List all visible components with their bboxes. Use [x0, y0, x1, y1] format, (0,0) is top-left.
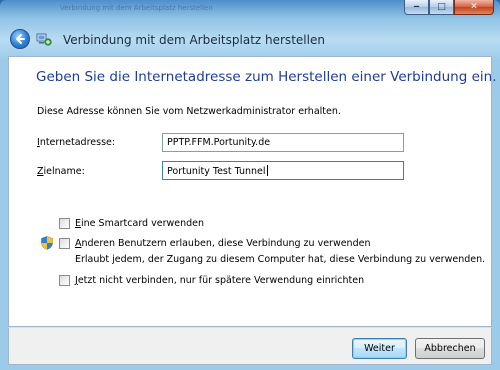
internet-address-value: PPTP.FFM.Portunity.de — [167, 137, 271, 148]
destination-name-input[interactable]: Portunity Test Tunnel — [162, 161, 404, 180]
allow-others-label[interactable]: Anderen Benutzern erlauben, diese Verbin… — [75, 238, 370, 249]
close-icon: ✕ — [470, 2, 478, 12]
internet-address-input[interactable]: PPTP.FFM.Portunity.de — [162, 133, 404, 152]
security-shield-icon — [41, 236, 53, 250]
content-panel: Geben Sie die Internetadresse zum Herste… — [8, 56, 497, 327]
maximize-button[interactable]: □ — [429, 0, 454, 15]
allow-others-checkbox[interactable] — [59, 238, 70, 249]
network-connection-icon — [36, 33, 52, 46]
text-caret — [266, 165, 268, 176]
next-button[interactable]: Weiter — [352, 338, 407, 359]
connect-later-label[interactable]: Jetzt nicht verbinden, nur für spätere V… — [75, 275, 364, 286]
maximize-icon: □ — [437, 2, 446, 12]
window-title: Verbindung mit dem Arbeitsplatz herstell… — [60, 4, 213, 12]
minimize-button[interactable]: ‒ — [404, 0, 429, 15]
destination-name-label: Zielname: — [37, 166, 85, 177]
connect-later-option[interactable]: Jetzt nicht verbinden, nur für spätere V… — [59, 275, 364, 286]
close-button[interactable]: ✕ — [454, 0, 494, 15]
smartcard-label[interactable]: Eine Smartcard verwenden — [75, 218, 204, 229]
smartcard-option[interactable]: Eine Smartcard verwenden — [59, 218, 204, 229]
allow-others-description: Erlaubt jedem, der Zugang zu diesem Comp… — [75, 254, 486, 265]
cancel-button[interactable]: Abbrechen — [415, 338, 485, 359]
wizard-title: Verbindung mit dem Arbeitsplatz herstell… — [63, 33, 325, 47]
allow-others-option[interactable]: Anderen Benutzern erlauben, diese Verbin… — [59, 238, 370, 249]
smartcard-checkbox[interactable] — [59, 218, 70, 229]
instruction-text: Diese Adresse können Sie vom Netzwerkadm… — [37, 106, 341, 117]
back-arrow-icon — [16, 34, 25, 44]
wizard-window: Verbindung mit dem Arbeitsplatz herstell… — [0, 0, 500, 370]
destination-name-value: Portunity Test Tunnel — [167, 166, 266, 177]
minimize-icon: ‒ — [413, 2, 420, 12]
back-button[interactable] — [10, 29, 30, 49]
connect-later-checkbox[interactable] — [59, 275, 70, 286]
page-heading: Geben Sie die Internetadresse zum Herste… — [36, 69, 497, 85]
internet-address-label: Internetadresse: — [37, 137, 116, 148]
button-bar: Weiter Abbrechen — [8, 327, 492, 365]
caption-buttons: ‒ □ ✕ — [404, 0, 494, 16]
